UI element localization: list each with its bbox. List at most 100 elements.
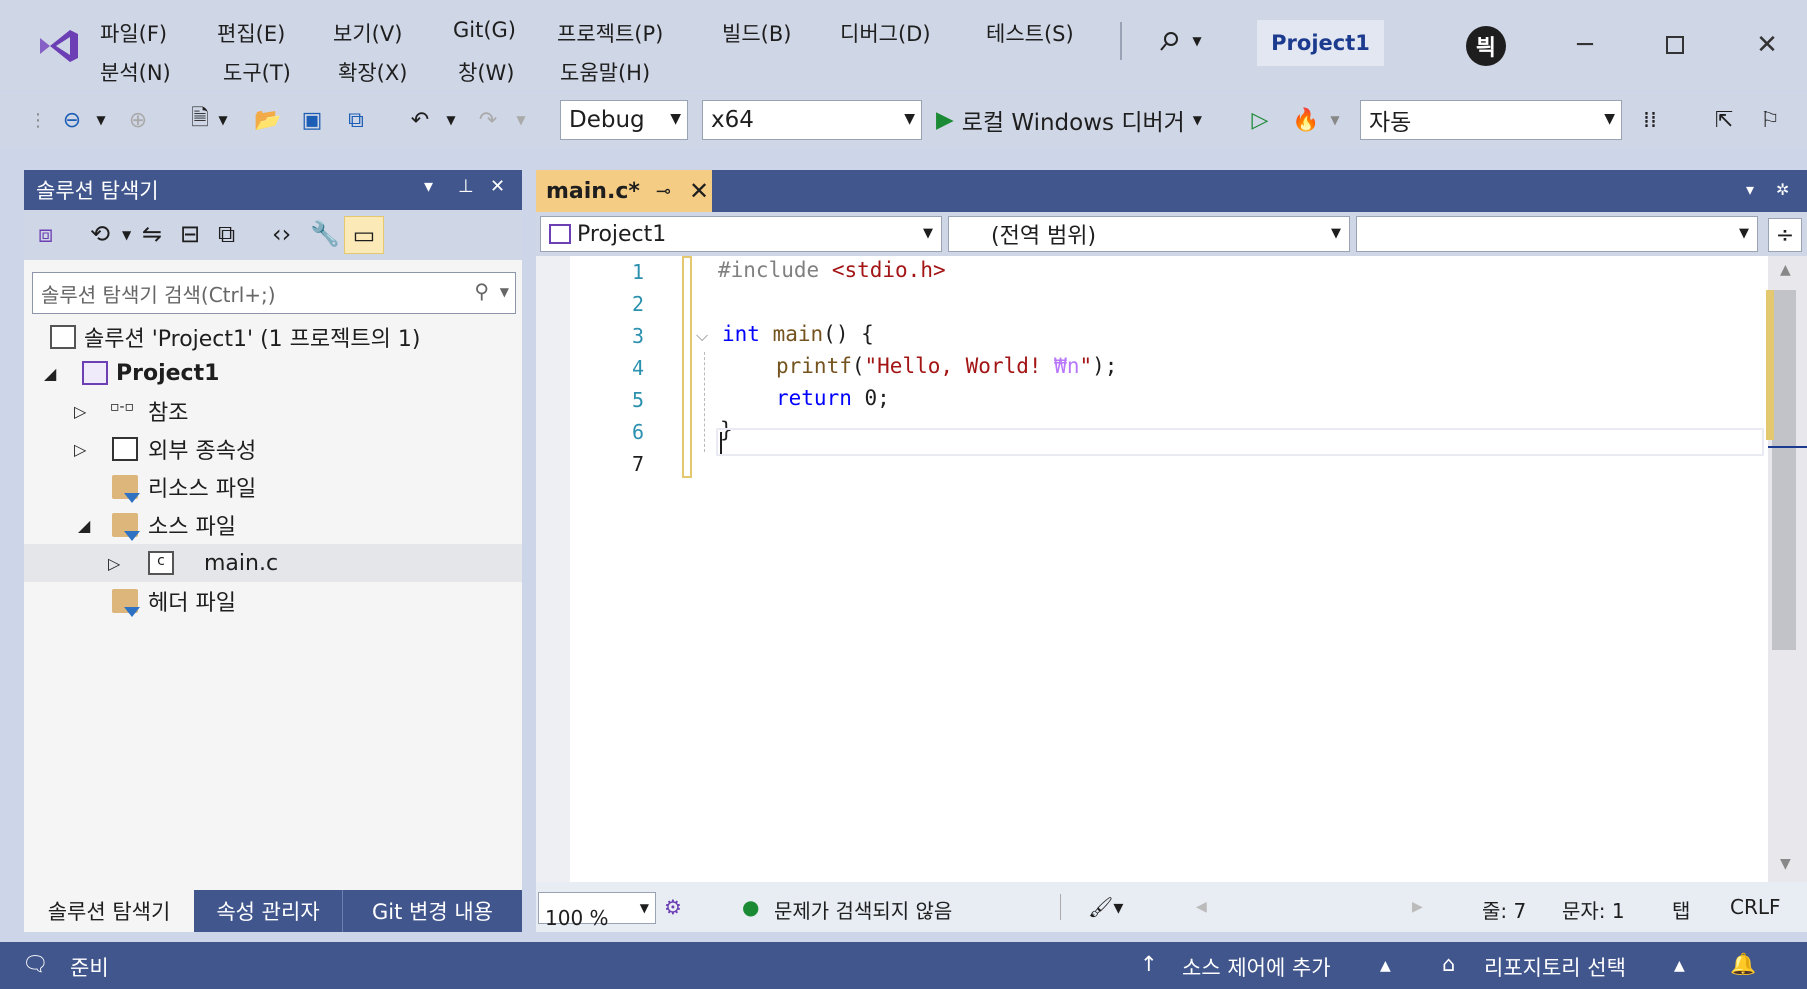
scroll-down-icon[interactable]: ▼	[1780, 856, 1791, 872]
scrollbar-thumb[interactable]	[1772, 290, 1796, 650]
menu-view[interactable]: 보기(V)	[333, 18, 402, 48]
configuration-select[interactable]: Debug ▼	[560, 100, 688, 140]
menu-help[interactable]: 도움말(H)	[560, 57, 650, 87]
tree-item-header-files[interactable]: 헤더 파일	[24, 582, 522, 620]
scope-nav-select[interactable]: (전역 범위) ▼	[948, 216, 1350, 252]
line-ending-indicator[interactable]: CRLF	[1730, 895, 1781, 919]
tree-item-references[interactable]: ▷ ▫-▫ 참조	[24, 392, 522, 430]
redo-icon[interactable]: ↷	[472, 100, 504, 140]
toolbar-layout-icon[interactable]: ⁞⁞	[1634, 100, 1666, 140]
menu-extensions[interactable]: 확장(X)	[338, 57, 407, 87]
chevron-down-icon[interactable]: ▼	[216, 100, 230, 140]
avatar[interactable]: 븩	[1466, 26, 1506, 66]
code-cleanup-icon[interactable]: 🖌▾	[1088, 895, 1123, 919]
close-button[interactable]: ✕	[1738, 22, 1796, 68]
arrow-up-icon[interactable]: ↑	[1140, 952, 1158, 976]
maximize-button[interactable]	[1646, 22, 1704, 68]
pending-changes-icon[interactable]: ⟲	[90, 220, 110, 248]
platform-select[interactable]: x64 ▼	[702, 100, 922, 140]
scroll-right-icon[interactable]: ▶	[1412, 899, 1423, 915]
chevron-up-icon[interactable]: ▲	[1380, 958, 1391, 974]
search-icon[interactable]: ⚲	[474, 279, 489, 303]
bell-icon[interactable]: 🔔	[1730, 952, 1756, 977]
pin-icon[interactable]: ⊥	[458, 176, 474, 197]
undo-icon[interactable]: ↶	[404, 100, 436, 140]
close-icon[interactable]: ✕	[490, 176, 505, 197]
code-view-icon[interactable]: ‹›	[272, 220, 291, 248]
menu-project[interactable]: 프로젝트(P)	[557, 18, 663, 48]
sync-icon[interactable]: ⇋	[142, 220, 162, 248]
repository-icon[interactable]: ⌂	[1442, 952, 1455, 976]
scroll-left-icon[interactable]: ◀	[1196, 899, 1207, 915]
menu-window[interactable]: 창(W)	[458, 57, 514, 87]
chevron-down-icon[interactable]: ▾	[1746, 180, 1754, 199]
back-nav-icon[interactable]: ⊖	[56, 100, 88, 140]
menu-edit[interactable]: 편집(E)	[217, 18, 285, 48]
start-debugging-button[interactable]: ▶ 로컬 Windows 디버거 ▼	[936, 100, 1202, 140]
tree-item-external-deps[interactable]: ▷ 외부 종속성	[24, 430, 522, 468]
gear-icon[interactable]: ✲	[1776, 180, 1789, 199]
collapse-region-icon[interactable]: ⌵	[696, 326, 708, 346]
chevron-up-icon[interactable]: ▲	[1674, 958, 1685, 974]
hot-reload-icon[interactable]: 🔥	[1290, 100, 1322, 140]
tree-item-solution[interactable]: 솔루션 'Project1' (1 프로젝트의 1)	[24, 318, 522, 356]
expanded-triangle-icon[interactable]: ◢	[78, 516, 90, 535]
line-indicator[interactable]: 줄: 7	[1482, 895, 1526, 924]
tree-item-project[interactable]: ◢ Project1	[24, 354, 522, 392]
show-all-files-icon[interactable]: ⧉	[218, 220, 235, 248]
collapse-all-icon[interactable]: ⊟	[180, 220, 200, 248]
zoom-select[interactable]: 100 % ▼	[538, 892, 656, 930]
code-area[interactable]: 1 2 3 4 5 6 7 ⌵ #include <stdio.h> int m…	[536, 256, 1768, 882]
add-to-source-control[interactable]: 소스 제어에 추가	[1182, 952, 1331, 982]
chevron-down-icon[interactable]: ▼	[94, 100, 108, 140]
collapsed-triangle-icon[interactable]: ▷	[74, 402, 86, 421]
tab-git-changes[interactable]: Git 변경 내용	[342, 890, 522, 932]
menu-test[interactable]: 테스트(S)	[986, 18, 1074, 48]
tab-property-manager[interactable]: 속성 관리자	[194, 890, 342, 932]
close-icon[interactable]: ✕	[689, 177, 709, 205]
project-nav-select[interactable]: Project1 ▼	[540, 216, 942, 252]
auto-select[interactable]: 자동 ▼	[1360, 100, 1622, 140]
char-indicator[interactable]: 문자: 1	[1562, 895, 1625, 924]
collapsed-triangle-icon[interactable]: ▷	[74, 440, 86, 459]
tab-main-c[interactable]: main.c* ⊸ ✕	[536, 170, 712, 212]
tab-solution-explorer[interactable]: 솔루션 탐색기	[24, 890, 194, 932]
tree-item-resource-files[interactable]: 리소스 파일	[24, 468, 522, 506]
properties-icon[interactable]: 🔧	[310, 220, 340, 248]
tree-item-source-files[interactable]: ◢ 소스 파일	[24, 506, 522, 544]
new-project-icon[interactable]: 🗎	[184, 100, 216, 140]
open-folder-icon[interactable]: 📂	[252, 100, 284, 140]
save-all-icon[interactable]: ⧉	[340, 100, 372, 140]
tree-item-main-c[interactable]: ▷ c main.c	[24, 544, 522, 582]
member-nav-select[interactable]: ▼	[1356, 216, 1758, 252]
issues-status[interactable]: 문제가 검색되지 않음	[774, 895, 952, 924]
search-button[interactable]: ▼	[1145, 22, 1215, 60]
start-without-debugging-icon[interactable]: ▷	[1244, 100, 1276, 140]
intellicode-icon[interactable]: ⚙	[664, 895, 682, 919]
share-icon[interactable]: ⇱	[1708, 100, 1740, 140]
notification-icon[interactable]: 🗨	[22, 952, 49, 977]
save-icon[interactable]: ▣	[296, 100, 328, 140]
chevron-down-icon[interactable]: ▼	[122, 228, 131, 242]
forward-nav-icon[interactable]: ⊕	[122, 100, 154, 140]
scroll-up-icon[interactable]: ▲	[1780, 262, 1791, 278]
tab-indicator[interactable]: 탭	[1672, 895, 1690, 924]
menu-build[interactable]: 빌드(B)	[722, 18, 791, 48]
collapsed-triangle-icon[interactable]: ▷	[108, 554, 120, 573]
chevron-down-icon[interactable]: ▼	[514, 100, 528, 140]
toolbar-grip-icon[interactable]: ⋮	[29, 100, 47, 140]
pin-icon[interactable]: ⊸	[656, 181, 671, 202]
select-repository[interactable]: 리포지토리 선택	[1484, 952, 1626, 982]
menu-tools[interactable]: 도구(T)	[223, 57, 291, 87]
solution-explorer-search[interactable]: 솔루션 탐색기 검색(Ctrl+;) ⚲ ▼	[32, 272, 516, 314]
expanded-triangle-icon[interactable]: ◢	[44, 364, 56, 383]
split-window-icon[interactable]: ÷	[1768, 218, 1802, 252]
chevron-down-icon[interactable]: ▼	[444, 100, 458, 140]
chevron-down-icon[interactable]: ▾	[424, 176, 433, 197]
preview-selected-icon[interactable]: ▭	[344, 216, 384, 254]
chevron-down-icon[interactable]: ▼	[1328, 100, 1342, 140]
feedback-icon[interactable]: ⚐	[1754, 100, 1786, 140]
menu-analyze[interactable]: 분석(N)	[100, 57, 171, 87]
menu-git[interactable]: Git(G)	[453, 18, 516, 42]
menu-debug[interactable]: 디버그(D)	[840, 18, 931, 48]
